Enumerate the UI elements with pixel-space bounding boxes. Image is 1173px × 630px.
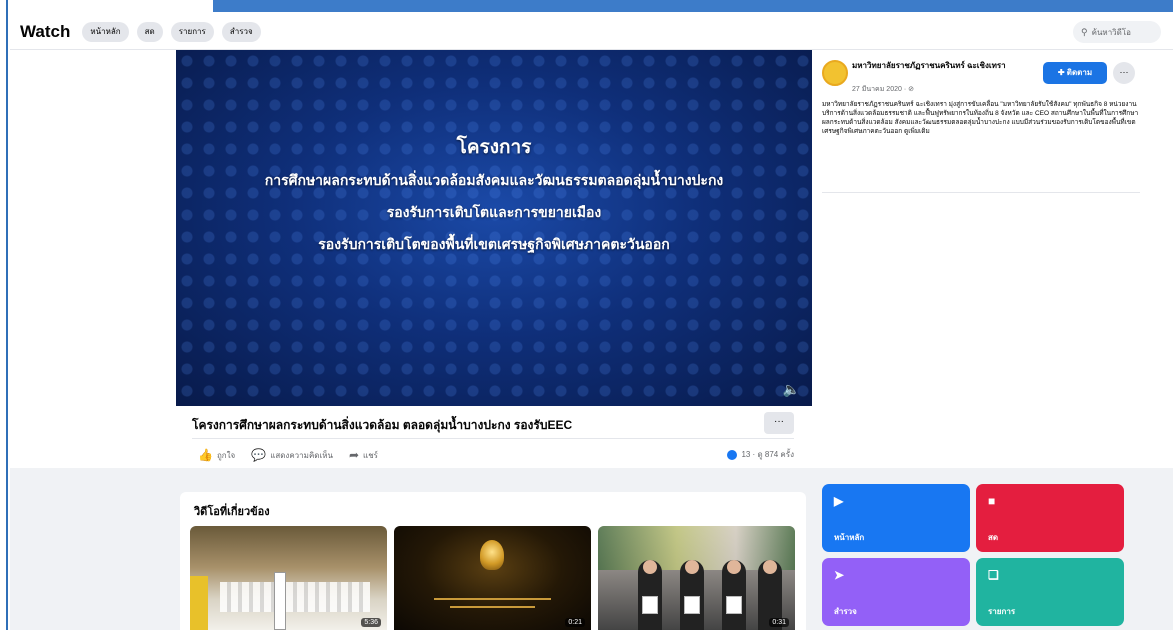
page-name[interactable]: มหาวิทยาลัยราชภัฏราชนครินทร์ ฉะเชิงเทรา [852,60,1032,71]
divider [192,438,794,439]
reaction-icon [727,449,738,460]
video-camera-icon: ■ [988,494,996,508]
follow-label: ติดตาม [1066,68,1093,77]
divider [822,192,1140,193]
video-info-bar: โครงการศึกษาผลกระทบด้านสิ่งแวดล้อม ตลอดล… [176,406,812,468]
follow-button[interactable]: ✚ ติดตาม [1043,62,1107,84]
comment-label: แสดงความคิดเห็น [270,450,333,460]
post-date[interactable]: 27 มีนาคม 2020 · ⊘ [852,84,914,95]
thumbnail-face [763,560,777,574]
shortcut-label: สด [988,533,999,542]
video-duration: 0:31 [769,618,789,627]
video-overlay-line: รองรับการเติบโตของพื้นที่เขตเศรษฐกิจพิเศ… [318,236,670,252]
follow-icon: ✚ [1057,68,1067,77]
watch-header: Watch หน้าหลัก สด รายการ สำรวจ ⚲ ค้นหาวิด… [10,14,1173,50]
thumbnail-document [642,596,658,614]
chip-explore[interactable]: สำรวจ [221,21,261,42]
view-count[interactable]: 13 · ดู 874 ครั้ง [727,448,794,461]
share-button[interactable]: ➦ แชร์ [349,448,378,462]
comment-icon: 💬 [251,448,267,462]
volume-icon[interactable]: 🔈 [783,381,800,398]
video-sidebar: มหาวิทยาลัยราชภัฏราชนครินทร์ ฉะเชิงเทรา … [812,50,1173,468]
video-title[interactable]: โครงการศึกษาผลกระทบด้านสิ่งแวดล้อม ตลอดล… [192,416,572,435]
thumbnail-text-line [450,606,535,608]
thumbnail-face [685,560,699,574]
play-icon: ▶ [834,494,844,508]
chip-home[interactable]: หน้าหลัก [82,21,129,42]
thumbnail-figure [274,572,286,630]
page-more-button[interactable]: ··· [1113,62,1135,84]
watch-page: Watch หน้าหลัก สด รายการ สำรวจ ⚲ ค้นหาวิด… [0,0,1173,630]
shortcut-label: สำรวจ [834,607,857,616]
shortcut-explore[interactable]: ➤ สำรวจ [822,558,970,626]
related-videos-title: วิดีโอที่เกี่ยวข้อง [194,506,270,518]
thumbnail-document [726,596,742,614]
related-video-thumbnail[interactable]: 0:31 [598,526,795,630]
video-player[interactable]: โครงการ การศึกษาผลกระทบด้านสิ่งแวดล้อมสั… [176,50,812,406]
like-button[interactable]: 👍 ถูกใจ [198,448,235,462]
search-placeholder: ค้นหาวิดีโอ [1091,28,1131,37]
video-overlay-line: รองรับการเติบโตและการขยายเมือง [386,204,602,220]
chip-live[interactable]: สด [136,21,163,42]
like-label: ถูกใจ [216,450,236,460]
video-duration: 0:21 [565,618,585,627]
thumbnail-face [727,560,741,574]
related-videos: วิดีโอที่เกี่ยวข้อง 5:36 0:21 0:31 [180,492,806,630]
thumbnail-document [684,596,700,614]
left-border [0,0,8,630]
video-overlay-text: โครงการ การศึกษาผลกระทบด้านสิ่งแวดล้อมสั… [176,132,812,256]
rocket-icon: ➤ [834,568,845,582]
emblem-icon [480,540,504,570]
search-input[interactable]: ⚲ ค้นหาวิดีโอ [1073,21,1161,43]
comment-button[interactable]: 💬 แสดงความคิดเห็น [251,448,333,462]
related-video-thumbnail[interactable]: 0:21 [394,526,591,630]
related-video-thumbnail[interactable]: 5:36 [190,526,387,630]
page-avatar[interactable] [822,60,848,86]
video-actions: 👍 ถูกใจ 💬 แสดงความคิดเห็น ➦ แชร์ [198,448,394,462]
shortcut-home[interactable]: ▶ หน้าหลัก [822,484,970,552]
share-icon: ➦ [348,448,360,462]
share-label: แชร์ [363,450,378,460]
shortcut-shows[interactable]: ❏ รายการ [976,558,1124,626]
video-more-button[interactable]: ··· [764,412,794,434]
post-description: มหาวิทยาลัยราชภัฏราชนครินทร์ ฉะเชิงเทรา … [822,101,1139,135]
video-overlay-line: การศึกษาผลกระทบด้านสิ่งแวดล้อมสังคมและวั… [264,172,724,188]
chip-shows[interactable]: รายการ [170,21,214,42]
thumbnail-text-line [434,598,551,600]
search-icon: ⚲ [1081,27,1088,37]
thumbs-up-icon: 👍 [198,448,213,462]
thumbnail-face [643,560,657,574]
video-duration: 5:36 [361,618,381,627]
thumbnail-flowers [190,576,208,630]
top-accent-blue [213,0,1173,12]
shortcut-label: รายการ [988,607,1016,616]
view-count-text: 13 · ดู 874 ครั้ง [741,450,794,459]
left-gutter [10,50,175,468]
top-accent-bar [0,0,1173,12]
shows-icon: ❏ [988,568,999,582]
thumbnail-crowd [220,582,370,612]
shortcut-label: หน้าหลัก [834,533,865,542]
video-overlay-line: โครงการ [456,137,532,158]
watch-title[interactable]: Watch [20,22,70,42]
shortcut-live[interactable]: ■ สด [976,484,1124,552]
